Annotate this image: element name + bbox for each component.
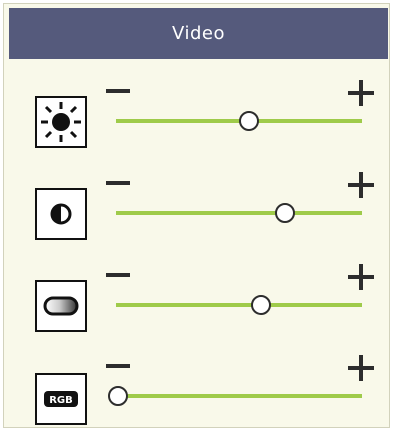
saturation-slider-thumb[interactable] [250, 295, 271, 315]
rgb-decrease-icon[interactable] [106, 364, 130, 368]
rgb-icon: RGB [35, 373, 87, 425]
saturation-decrease-icon[interactable] [106, 273, 130, 277]
rgb-icon-label: RGB [49, 395, 73, 406]
brightness-slider-thumb[interactable] [238, 111, 259, 131]
rgb-slider-thumb[interactable] [108, 386, 128, 406]
contrast-icon [35, 188, 87, 240]
brightness-row [0, 78, 393, 158]
saturation-increase-icon[interactable] [348, 264, 374, 290]
contrast-decrease-icon[interactable] [106, 181, 130, 185]
brightness-icon [35, 96, 87, 148]
brightness-decrease-icon[interactable] [106, 89, 130, 93]
brightness-slider-track[interactable] [116, 111, 362, 131]
saturation-icon [35, 280, 87, 332]
rgb-row: RGB [0, 353, 393, 433]
panel-header: Video [9, 8, 388, 59]
saturation-row [0, 262, 393, 342]
contrast-row [0, 170, 393, 250]
brightness-increase-icon[interactable] [348, 80, 374, 106]
panel-title: Video [172, 23, 225, 44]
contrast-slider-track[interactable] [116, 203, 362, 223]
rgb-increase-icon[interactable] [348, 355, 374, 381]
contrast-increase-icon[interactable] [348, 172, 374, 198]
rgb-slider-track[interactable] [108, 386, 362, 406]
saturation-slider-track[interactable] [116, 295, 362, 315]
contrast-slider-thumb[interactable] [274, 203, 295, 223]
